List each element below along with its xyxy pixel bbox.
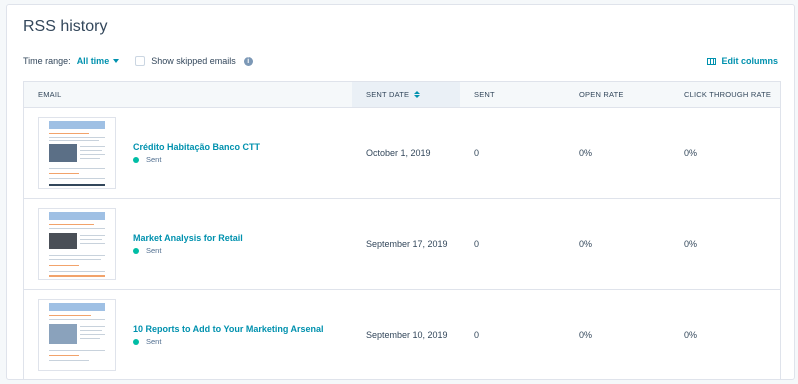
table-row: Crédito Habitação Banco CTT Sent October… xyxy=(24,108,780,199)
page-title: RSS history xyxy=(23,18,108,35)
open-rate-cell: 0% xyxy=(579,239,593,249)
sent-date-cell: September 17, 2019 xyxy=(366,239,448,249)
time-range-label: Time range: xyxy=(23,56,71,66)
filter-toolbar: Time range: All time Show skipped emails… xyxy=(23,52,778,70)
ctr-cell: 0% xyxy=(684,148,698,158)
status-label: Sent xyxy=(146,155,162,164)
sent-date-cell: September 10, 2019 xyxy=(366,330,448,340)
sent-count-cell: 0 xyxy=(474,239,480,249)
table-row: 10 Reports to Add to Your Marketing Arse… xyxy=(24,290,780,379)
email-cell: Crédito Habitação Banco CTT Sent xyxy=(24,108,352,198)
sent-count-cell: 0 xyxy=(474,148,480,158)
rss-history-card: RSS history Time range: All time Show sk… xyxy=(6,4,795,380)
header-email[interactable]: EMAIL xyxy=(24,82,352,107)
email-thumbnail[interactable] xyxy=(38,208,116,280)
show-skipped-checkbox[interactable] xyxy=(135,56,146,66)
status-dot-icon xyxy=(133,156,139,163)
email-name-link[interactable]: Market Analysis for Retail xyxy=(133,233,243,243)
header-sent-date-label: SENT DATE xyxy=(366,90,410,99)
email-info: Market Analysis for Retail Sent xyxy=(133,233,243,255)
header-sent[interactable]: SENT xyxy=(460,82,565,107)
sent-date-cell: October 1, 2019 xyxy=(366,148,431,158)
time-range-value: All time xyxy=(76,56,110,66)
status-label: Sent xyxy=(146,246,162,255)
email-info: 10 Reports to Add to Your Marketing Arse… xyxy=(133,324,324,346)
ctr-cell: 0% xyxy=(684,239,698,249)
time-range-dropdown[interactable]: All time xyxy=(77,56,120,66)
columns-icon xyxy=(707,57,717,65)
sort-icon xyxy=(414,91,421,98)
sent-count-cell: 0 xyxy=(474,330,480,340)
header-email-label: EMAIL xyxy=(38,90,62,99)
table-header: EMAIL SENT DATE SENT OPEN RATE CLICK THR… xyxy=(24,82,780,108)
rss-history-table: EMAIL SENT DATE SENT OPEN RATE CLICK THR… xyxy=(23,81,781,379)
email-thumbnail[interactable] xyxy=(38,117,116,189)
open-rate-cell: 0% xyxy=(579,330,593,340)
email-cell: 10 Reports to Add to Your Marketing Arse… xyxy=(24,290,352,379)
edit-columns-label: Edit columns xyxy=(721,56,778,66)
header-sent-date[interactable]: SENT DATE xyxy=(352,82,460,107)
info-icon[interactable]: i xyxy=(243,56,253,66)
email-cell: Market Analysis for Retail Sent xyxy=(24,199,352,289)
ctr-cell: 0% xyxy=(684,330,698,340)
table-row: Market Analysis for Retail Sent Septembe… xyxy=(24,199,780,290)
status-label: Sent xyxy=(146,337,162,346)
chevron-down-icon xyxy=(113,59,120,63)
email-name-link[interactable]: 10 Reports to Add to Your Marketing Arse… xyxy=(133,324,324,334)
email-thumbnail[interactable] xyxy=(38,299,116,371)
edit-columns-button[interactable]: Edit columns xyxy=(707,56,778,66)
header-open-rate[interactable]: OPEN RATE xyxy=(565,82,670,107)
header-click-through-rate[interactable]: CLICK THROUGH RATE xyxy=(670,82,780,107)
status-dot-icon xyxy=(133,338,139,345)
email-name-link[interactable]: Crédito Habitação Banco CTT xyxy=(133,142,260,152)
status-badge: Sent xyxy=(133,246,243,255)
header-ctr-label: CLICK THROUGH RATE xyxy=(684,90,772,99)
email-info: Crédito Habitação Banco CTT Sent xyxy=(133,142,260,164)
open-rate-cell: 0% xyxy=(579,148,593,158)
show-skipped-label[interactable]: Show skipped emails xyxy=(151,56,236,66)
header-open-rate-label: OPEN RATE xyxy=(579,90,624,99)
status-badge: Sent xyxy=(133,155,260,164)
status-badge: Sent xyxy=(133,337,324,346)
status-dot-icon xyxy=(133,247,139,254)
header-sent-label: SENT xyxy=(474,90,495,99)
